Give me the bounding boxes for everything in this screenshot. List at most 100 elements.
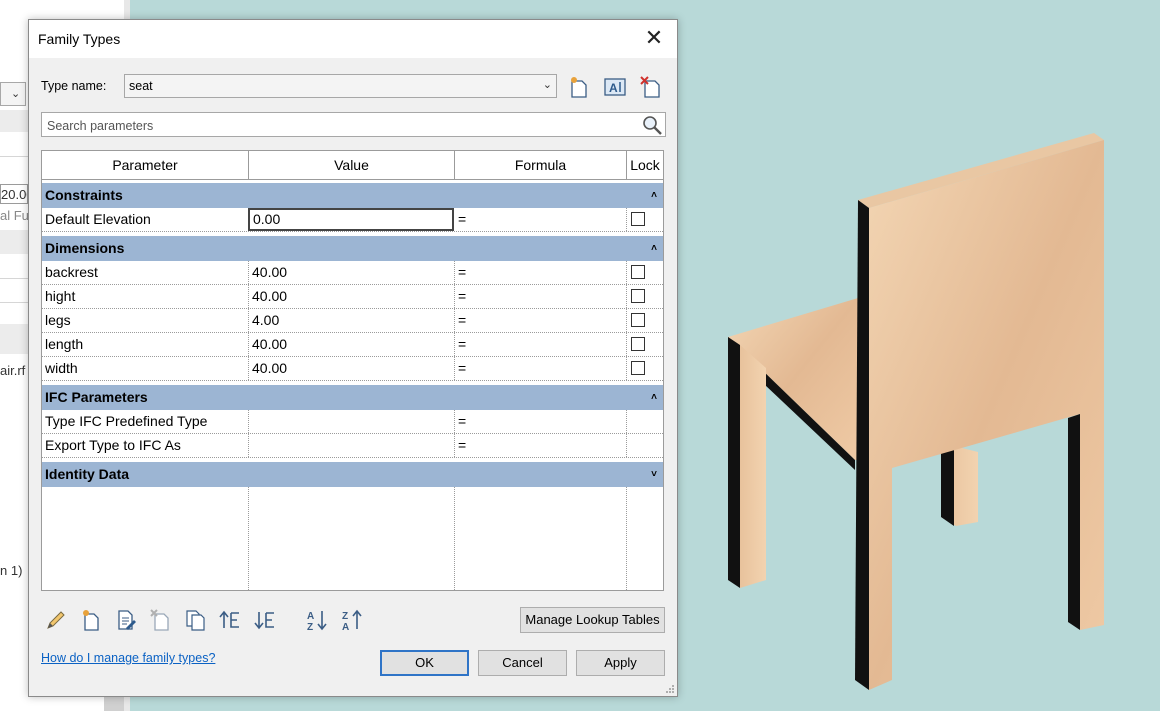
table-row: backrest 40.00 = [42, 261, 663, 285]
background-band [0, 230, 28, 254]
table-row: Type IFC Predefined Type = [42, 410, 663, 434]
parameter-name: backrest [42, 261, 249, 284]
chair-right-leg-side [1068, 414, 1080, 630]
ok-button[interactable]: OK [380, 650, 469, 676]
parameter-formula[interactable]: = [455, 208, 627, 231]
lock-checkbox[interactable] [631, 289, 645, 303]
chair-front-leg [728, 337, 740, 588]
lock-checkbox[interactable] [631, 313, 645, 327]
collapse-icon[interactable]: ˄ [651, 385, 657, 410]
column-header-parameter[interactable]: Parameter [42, 151, 249, 180]
parameter-formula[interactable]: = [455, 333, 627, 356]
lock-checkbox[interactable] [631, 265, 645, 279]
edit-document-icon[interactable] [114, 608, 138, 632]
sort-descending-icon[interactable]: Z A [341, 608, 365, 632]
parameter-formula[interactable]: = [455, 261, 627, 284]
background-band [0, 324, 28, 354]
parameters-grid: Parameter Value Formula Lock Constraints… [41, 150, 664, 591]
chair-backrest-side [855, 200, 869, 690]
column-divider [454, 487, 455, 590]
close-icon[interactable]: ✕ [643, 27, 665, 50]
parameter-value[interactable]: 40.00 [249, 357, 455, 380]
column-header-value[interactable]: Value [249, 151, 455, 180]
delete-type-icon[interactable] [639, 75, 663, 99]
lock-checkbox[interactable] [631, 337, 645, 351]
dialog-titlebar[interactable]: Family Types ✕ [29, 20, 677, 58]
type-name-dropdown[interactable]: seat ⌄ [124, 74, 557, 98]
table-row: Export Type to IFC As = [42, 434, 663, 458]
parameter-name: Type IFC Predefined Type [42, 410, 249, 433]
expand-icon[interactable]: ˅ [651, 462, 657, 487]
parameter-formula[interactable]: = [455, 357, 627, 380]
background-divider [0, 302, 28, 303]
parameter-value[interactable]: 40.00 [249, 261, 455, 284]
chair-seat-top [728, 298, 858, 460]
search-input[interactable] [45, 115, 639, 136]
collapse-icon[interactable]: ˄ [651, 183, 657, 208]
manage-lookup-tables-button[interactable]: Manage Lookup Tables [520, 607, 665, 633]
chevron-down-icon: ⌄ [11, 88, 21, 100]
parameter-formula[interactable]: = [455, 410, 627, 433]
group-ifc-parameters[interactable]: IFC Parameters ˄ [42, 385, 663, 410]
parameter-name: hight [42, 285, 249, 308]
background-band [0, 110, 28, 132]
sort-ascending-icon[interactable]: A Z [306, 608, 330, 632]
table-row: Default Elevation 0.00 = [42, 208, 663, 232]
parameter-name: Export Type to IFC As [42, 434, 249, 457]
parameter-value[interactable]: 40.00 [249, 285, 455, 308]
move-up-icon[interactable] [219, 608, 243, 632]
group-identity-data[interactable]: Identity Data ˅ [42, 462, 663, 487]
copy-parameter-icon[interactable] [184, 608, 208, 632]
cancel-button[interactable]: Cancel [478, 650, 567, 676]
new-type-icon[interactable] [567, 75, 591, 99]
move-down-icon[interactable] [254, 608, 278, 632]
edit-parameter-icon[interactable] [44, 608, 68, 632]
group-label: Identity Data [45, 466, 130, 482]
group-label: Constraints [45, 187, 123, 203]
svg-text:A: A [342, 622, 349, 632]
delete-parameter-icon[interactable] [149, 608, 173, 632]
table-row: hight 40.00 = [42, 285, 663, 309]
parameter-value[interactable]: 4.00 [249, 309, 455, 332]
help-link[interactable]: How do I manage family types? [41, 651, 215, 665]
group-label: Dimensions [45, 240, 125, 256]
background-file-text: air.rf [0, 363, 26, 378]
parameter-value[interactable] [249, 410, 455, 433]
svg-text:Z: Z [307, 622, 313, 632]
group-constraints[interactable]: Constraints ˄ [42, 183, 663, 208]
svg-text:A: A [609, 81, 618, 95]
chevron-down-icon: ⌄ [542, 79, 552, 91]
parameter-name: Default Elevation [42, 208, 249, 231]
new-parameter-icon[interactable] [79, 608, 103, 632]
parameter-formula[interactable]: = [455, 309, 627, 332]
parameter-formula[interactable]: = [455, 285, 627, 308]
chair-backrest-top [858, 133, 1104, 208]
search-parameters-field[interactable] [41, 112, 666, 137]
chair-backrest-face [869, 140, 1104, 690]
column-divider [248, 487, 249, 590]
resize-grip-icon[interactable] [665, 684, 675, 694]
group-label: IFC Parameters [45, 389, 148, 405]
background-dropdown[interactable]: ⌄ [0, 82, 26, 106]
column-header-formula[interactable]: Formula [455, 151, 627, 180]
background-status-text: n 1) [0, 563, 23, 578]
parameter-value[interactable] [249, 434, 455, 457]
type-name-label: Type name: [41, 79, 107, 93]
parameter-formula[interactable]: = [455, 434, 627, 457]
background-field-label: al Fu [0, 208, 28, 223]
parameter-value[interactable]: 40.00 [249, 333, 455, 356]
background-field-value[interactable]: 20.00 [0, 184, 28, 204]
parameter-name: length [42, 333, 249, 356]
collapse-icon[interactable]: ˄ [651, 236, 657, 261]
chair-front-leg-face [740, 345, 766, 588]
lock-checkbox[interactable] [631, 212, 645, 226]
rename-type-icon[interactable]: A [603, 75, 627, 99]
group-dimensions[interactable]: Dimensions ˄ [42, 236, 663, 261]
background-divider [0, 278, 28, 279]
apply-button[interactable]: Apply [576, 650, 665, 676]
search-icon[interactable] [641, 114, 663, 136]
chair-seat-edge [728, 337, 855, 470]
lock-checkbox[interactable] [631, 361, 645, 375]
parameter-value-input[interactable]: 0.00 [248, 208, 454, 231]
column-header-lock[interactable]: Lock [627, 151, 663, 180]
